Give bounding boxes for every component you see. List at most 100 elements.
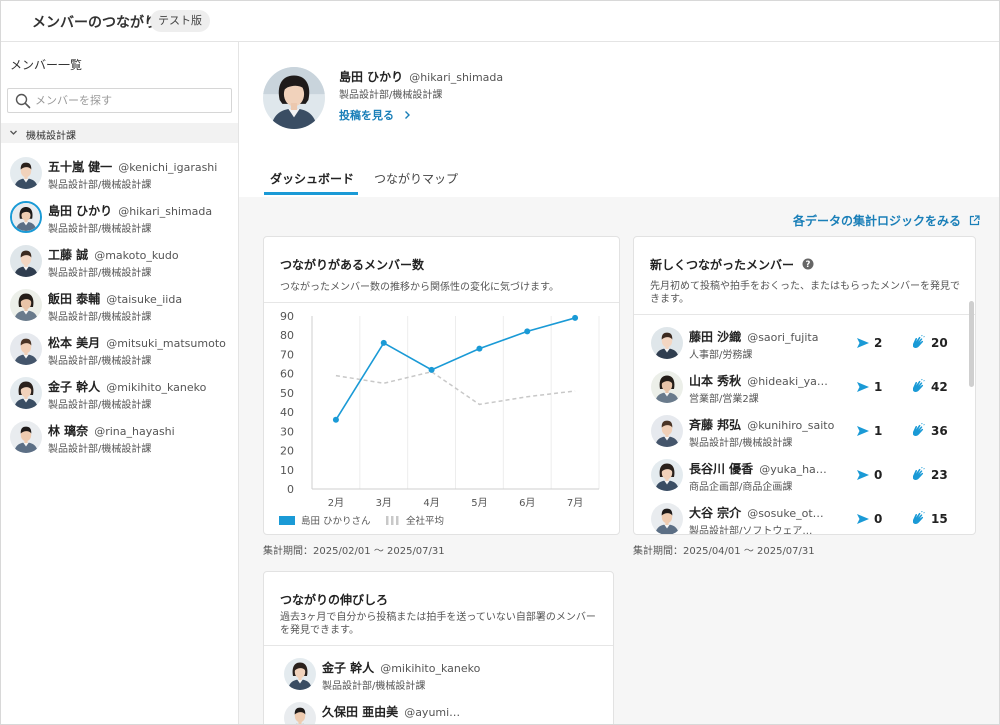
member-name: 山本 秀秋 @hideaki_ya… bbox=[689, 372, 828, 389]
growth-member-row[interactable]: 久保田 亜由美 @ayumi… 製品設計部/ソフトウェア… bbox=[264, 696, 613, 724]
card-divider bbox=[634, 314, 975, 315]
member-name: 久保田 亜由美 @ayumi… bbox=[322, 703, 460, 720]
member-dept: 製品設計部/機械設計課 bbox=[48, 268, 152, 279]
post-count: 2 bbox=[856, 335, 896, 351]
sidebar-member-item[interactable]: 島田 ひかり @hikari_shimada 製品設計部/機械設計課 bbox=[1, 196, 238, 240]
member-dept: 人事部/労務課 bbox=[689, 350, 753, 361]
sidebar-member-item[interactable]: 林 璃奈 @rina_hayashi 製品設計部/機械設計課 bbox=[1, 416, 238, 460]
sidebar-member-item[interactable]: 松本 美月 @mitsuki_matsumoto 製品設計部/機械設計課 bbox=[1, 328, 238, 372]
y-tick-label: 50 bbox=[280, 387, 294, 400]
y-tick-label: 60 bbox=[280, 368, 294, 381]
member-handle: @taisuke_iida bbox=[106, 293, 183, 306]
avatar bbox=[10, 289, 42, 321]
member-name: 藤田 沙織 @saori_fujita bbox=[689, 328, 818, 345]
clap-icon bbox=[913, 467, 925, 480]
member-handle: @hideaki_ya… bbox=[747, 375, 828, 388]
member-name: 五十嵐 健一 @kenichi_igarashi bbox=[48, 158, 217, 175]
post-count: 0 bbox=[856, 511, 896, 527]
chevron-right-icon bbox=[404, 111, 410, 119]
member-dept: 製品設計部/機械設計課 bbox=[689, 438, 793, 449]
group-header[interactable]: 機械設計課 bbox=[1, 123, 238, 143]
member-handle: @mikihito_kaneko bbox=[380, 662, 481, 675]
clap-count-value: 23 bbox=[931, 468, 948, 482]
member-search[interactable] bbox=[7, 88, 232, 113]
avatar bbox=[10, 377, 42, 409]
card-divider bbox=[264, 645, 613, 646]
clap-count: 42 bbox=[910, 379, 960, 395]
tab-connection-map[interactable]: つながりマップ bbox=[374, 170, 458, 187]
member-dept: 製品設計部/機械設計課 bbox=[48, 224, 152, 235]
post-count-value: 2 bbox=[874, 336, 883, 350]
y-tick-label: 10 bbox=[280, 464, 294, 477]
new-member-row[interactable]: 山本 秀秋 @hideaki_ya… 営業部/営業2課 1 42 bbox=[634, 365, 974, 409]
member-dept: 製品設計部/機械設計課 bbox=[48, 180, 152, 191]
member-name-text: 大谷 宗介 bbox=[689, 506, 742, 520]
post-icon bbox=[857, 514, 869, 524]
avatar bbox=[651, 503, 683, 534]
member-handle: @ayumi… bbox=[404, 706, 461, 719]
clap-count: 15 bbox=[910, 511, 960, 527]
new-member-row[interactable]: 長谷川 優香 @yuka_ha… 商品企画部/商品企画課 0 23 bbox=[634, 453, 974, 497]
chevron-down-icon bbox=[10, 130, 17, 135]
avatar bbox=[263, 67, 325, 129]
member-name-text: 斉藤 邦弘 bbox=[689, 418, 742, 432]
connections-card: つながりがあるメンバー数 つながったメンバー数の推移から関係性の変化に気づけます… bbox=[263, 236, 620, 535]
clap-count: 20 bbox=[910, 335, 960, 351]
x-tick-label: 4月 bbox=[423, 497, 439, 509]
avatar bbox=[651, 415, 683, 447]
member-name-text: 久保田 亜由美 bbox=[322, 705, 399, 719]
sidebar-member-item[interactable]: 工藤 誠 @makoto_kudo 製品設計部/機械設計課 bbox=[1, 240, 238, 284]
connections-period: 集計期間：2025/02/01 ～ 2025/07/31 bbox=[263, 546, 445, 557]
scrollbar[interactable] bbox=[969, 301, 974, 387]
tab-dashboard[interactable]: ダッシュボード bbox=[270, 170, 354, 187]
member-name: 長谷川 優香 @yuka_ha… bbox=[689, 460, 827, 477]
card-title-text: 新しくつながったメンバー bbox=[650, 258, 795, 272]
member-name: 飯田 泰輔 @taisuke_iida bbox=[48, 290, 182, 307]
x-tick-label: 3月 bbox=[376, 497, 392, 509]
connections-line-chart: 0 10 20 30 40 50 60 70 80 90 2月 3月 4月 5月 6月 7月島田 ひかりさん 全… bbox=[279, 310, 600, 527]
tab-bar: ダッシュボード つながりマップ bbox=[239, 162, 999, 197]
clap-icon bbox=[913, 379, 925, 392]
x-tick-label: 6月 bbox=[519, 497, 535, 509]
avatar bbox=[10, 245, 42, 277]
legend-label: 島田 ひかりさん bbox=[301, 515, 371, 527]
view-posts-link[interactable]: 投稿を見る bbox=[339, 107, 412, 123]
member-name-text: 林 璃奈 bbox=[48, 424, 89, 438]
new-member-row[interactable]: 藤田 沙織 @saori_fujita 人事部/労務課 2 20 bbox=[634, 321, 974, 365]
search-input[interactable] bbox=[35, 91, 225, 110]
sidebar-member-item[interactable]: 五十嵐 健一 @kenichi_igarashi 製品設計部/機械設計課 bbox=[1, 152, 238, 196]
aggregation-logic-link[interactable]: 各データの集計ロジックをみる bbox=[793, 212, 980, 229]
sidebar-member-item[interactable]: 金子 幹人 @mikihito_kaneko 製品設計部/機械設計課 bbox=[1, 372, 238, 416]
new-member-row[interactable]: 斉藤 邦弘 @kunihiro_saito 製品設計部/機械設計課 1 36 bbox=[634, 409, 974, 453]
member-dept: 製品設計部/機械設計課 bbox=[48, 356, 152, 367]
member-handle: @hikari_shimada bbox=[118, 205, 213, 218]
member-handle: @kenichi_igarashi bbox=[118, 161, 218, 174]
member-dept: 製品設計部/機械設計課 bbox=[48, 400, 152, 411]
app-title: メンバーのつながり bbox=[32, 15, 158, 31]
member-name: 島田 ひかり @hikari_shimada bbox=[48, 202, 212, 219]
member-name: 金子 幹人 @mikihito_kaneko bbox=[322, 659, 480, 676]
avatar bbox=[284, 702, 316, 724]
post-icon bbox=[857, 426, 869, 436]
member-name-text: 藤田 沙織 bbox=[689, 330, 742, 344]
growth-member-row[interactable]: 金子 幹人 @mikihito_kaneko 製品設計部/機械設計課 bbox=[264, 652, 613, 696]
member-handle: @saori_fujita bbox=[747, 331, 819, 344]
sidebar-member-item[interactable]: 飯田 泰輔 @taisuke_iida 製品設計部/機械設計課 bbox=[1, 284, 238, 328]
new-member-row[interactable]: 大谷 宗介 @sosuke_ot… 製品設計部/ソフトウェア… 0 15 bbox=[634, 497, 974, 534]
avatar bbox=[10, 333, 42, 365]
data-point bbox=[476, 345, 483, 352]
avatar bbox=[10, 201, 42, 233]
post-icon bbox=[857, 338, 869, 348]
clap-count-value: 20 bbox=[931, 336, 948, 350]
post-icon bbox=[857, 382, 869, 392]
card-description: 過去3ヶ月で自分から投稿または拍手を送っていない自部署のメンバーを発見できます。 bbox=[280, 612, 596, 636]
card-description: 先月初めて投稿や拍手をおくった、またはもらったメンバーを発見できます。 bbox=[650, 281, 960, 305]
help-icon[interactable]: ? bbox=[802, 258, 814, 270]
member-dept: 営業部/営業2課 bbox=[689, 394, 759, 405]
active-tab-indicator bbox=[264, 192, 358, 195]
data-point bbox=[572, 314, 579, 321]
y-tick-label: 0 bbox=[287, 483, 294, 496]
data-point bbox=[332, 416, 339, 423]
clap-icon bbox=[913, 335, 925, 348]
app-window: メンバーのつながり テスト版 メンバー一覧 機械設計課 五十嵐 健一 @kenic… bbox=[0, 0, 1000, 725]
